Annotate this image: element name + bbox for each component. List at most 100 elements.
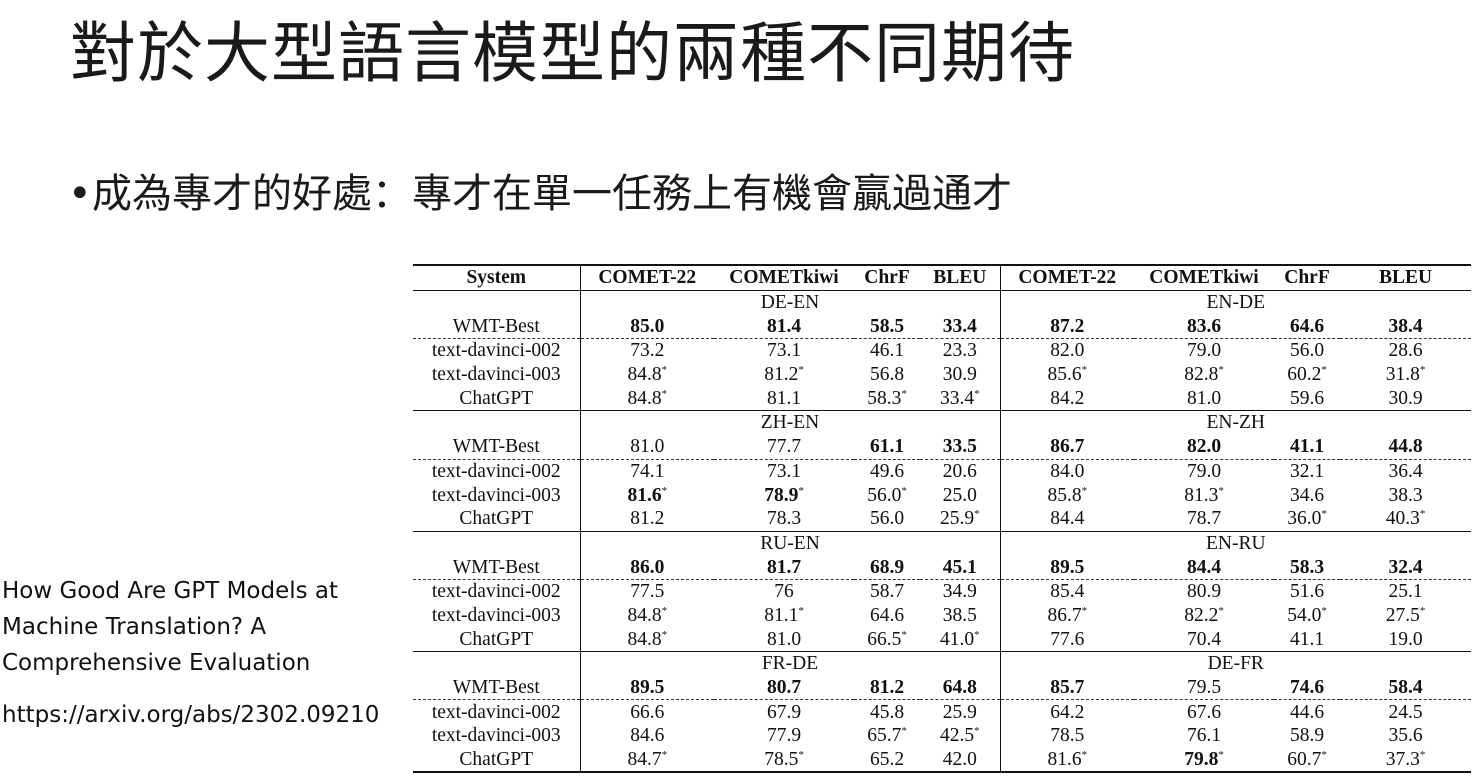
score-value: 78.5 — [764, 749, 799, 771]
significance-marker: * — [1081, 604, 1088, 617]
score-cell: 58.4 — [1340, 676, 1471, 700]
significance-marker: * — [661, 628, 668, 641]
score-value: 41.1 — [1289, 628, 1325, 650]
score-cell: 84.8* — [580, 627, 714, 651]
score-cell: 82.0 — [1134, 435, 1274, 459]
score-value: 73.2 — [630, 340, 665, 362]
score-value: 85.0 — [630, 315, 665, 337]
score-cell: 86.7 — [1000, 435, 1134, 459]
score-cell: 73.2 — [580, 338, 714, 363]
score-cell: 81.2* — [714, 363, 854, 387]
score-value: 27.5 — [1385, 604, 1420, 626]
score-cell: 77.9 — [714, 724, 854, 748]
bullet-text: 成為專才的好處：專才在單一任務上有機會贏過通才 — [92, 171, 1012, 217]
score-cell: 33.4 — [920, 314, 1001, 339]
score-cell: 41.0* — [920, 627, 1001, 652]
score-cell: 84.4 — [1000, 507, 1134, 531]
table-row: text-davinci-002 77.5 76 58.7 34.9 85.4 80.9 51… — [413, 578, 1471, 604]
score-value: 30.9 — [942, 364, 977, 386]
score-value: 24.5 — [1388, 701, 1423, 723]
significance-marker: * — [974, 508, 980, 521]
system-name: text-davinci-002 — [413, 699, 581, 725]
score-cell: 45.8 — [854, 699, 920, 725]
significance-marker: * — [1218, 749, 1224, 762]
language-pair-row: DE-EN EN-DE — [413, 289, 1471, 315]
score-value: 56.0 — [869, 508, 905, 530]
significance-marker: * — [974, 725, 980, 738]
score-cell: 23.3 — [920, 338, 1001, 363]
score-cell: 44.6 — [1274, 699, 1340, 725]
score-cell: 25.0 — [920, 483, 1001, 507]
score-cell: 68.9 — [854, 555, 920, 579]
score-cell: 84.8* — [580, 363, 714, 387]
score-value: 64.8 — [942, 677, 977, 699]
score-value: 82.8 — [1184, 364, 1219, 386]
score-cell: 86.7* — [1000, 604, 1134, 628]
score-value: 81.7 — [766, 556, 802, 578]
significance-marker: * — [798, 604, 804, 617]
score-value: 58.9 — [1289, 725, 1325, 747]
score-value: 35.6 — [1388, 725, 1423, 747]
table-row: text-davinci-002 73.2 73.1 46.1 23.3 82.0 79.0… — [413, 338, 1471, 363]
score-cell: 65.2 — [854, 747, 920, 774]
score-value: 81.4 — [766, 315, 802, 337]
score-value: 44.8 — [1388, 436, 1423, 458]
score-cell: 30.9 — [1340, 386, 1471, 410]
paper-reference: How Good Are GPT Models at Machine Trans… — [2, 573, 382, 733]
score-value: 84.8 — [627, 364, 662, 386]
score-cell: 24.5 — [1340, 699, 1471, 725]
score-cell: 20.6 — [920, 458, 1001, 484]
significance-marker: * — [661, 749, 668, 762]
table-row: WMT-Best 85.0 81.4 58.5 33.4 87.2 83.6 64.6 38.4 — [413, 314, 1471, 339]
significance-marker: * — [974, 628, 980, 641]
score-cell: 64.8 — [920, 675, 1001, 700]
paper-url[interactable]: https://arxiv.org/abs/2302.09210 — [2, 697, 382, 733]
paper-title: How Good Are GPT Models at Machine Trans… — [2, 578, 339, 676]
score-value: 67.6 — [1186, 701, 1222, 723]
score-value: 34.6 — [1289, 484, 1325, 506]
score-cell: 36.0* — [1274, 507, 1340, 531]
score-cell: 81.1 — [714, 386, 854, 410]
empty-cell — [413, 289, 581, 315]
score-cell: 84.8* — [580, 386, 714, 410]
significance-marker: * — [661, 387, 668, 400]
score-cell: 78.3 — [714, 507, 854, 531]
score-value: 65.2 — [869, 749, 905, 771]
score-value: 68.9 — [869, 556, 905, 578]
significance-marker: * — [1321, 508, 1327, 521]
system-name: ChatGPT — [413, 386, 581, 411]
significance-marker: * — [974, 387, 980, 400]
score-value: 85.4 — [1050, 581, 1085, 603]
header-cometkiwi-right: COMETkiwi — [1134, 263, 1274, 291]
language-pair-left: ZH-EN — [580, 410, 1001, 435]
score-cell: 64.6 — [854, 604, 920, 628]
score-cell: 81.0 — [580, 435, 714, 459]
language-group: FR-DE DE-FR WMT-Best 89.5 80.7 81.2 64.8 85.7 79… — [413, 650, 1471, 774]
empty-cell — [413, 530, 581, 556]
score-cell: 58.3* — [854, 386, 920, 410]
score-value: 19.0 — [1388, 628, 1423, 650]
score-value: 85.6 — [1047, 364, 1082, 386]
score-value: 84.8 — [627, 387, 662, 409]
score-value: 84.4 — [1050, 508, 1085, 530]
score-value: 78.5 — [1050, 725, 1085, 747]
system-name: text-davinci-002 — [413, 578, 581, 604]
score-value: 25.9 — [942, 701, 977, 723]
score-value: 42.5 — [939, 725, 975, 747]
score-cell: 85.6* — [1000, 363, 1134, 387]
slide-title: 對於大型語言模型的兩種不同期待 — [70, 15, 1075, 92]
header-bleu-left: BLEU — [920, 263, 1001, 291]
score-cell: 33.4* — [920, 386, 1001, 411]
score-cell: 36.4 — [1340, 458, 1471, 484]
score-value: 86.0 — [630, 556, 665, 578]
score-value: 84.8 — [627, 604, 662, 626]
score-cell: 85.7 — [1000, 676, 1134, 700]
score-value: 85.8 — [1047, 484, 1082, 506]
score-cell: 60.7* — [1274, 747, 1340, 774]
score-value: 83.6 — [1186, 315, 1222, 337]
score-value: 81.0 — [1186, 387, 1222, 409]
score-cell: 73.1 — [714, 458, 854, 484]
significance-marker: * — [661, 364, 668, 377]
score-cell: 54.0* — [1274, 604, 1340, 628]
score-cell: 25.9 — [920, 699, 1001, 725]
